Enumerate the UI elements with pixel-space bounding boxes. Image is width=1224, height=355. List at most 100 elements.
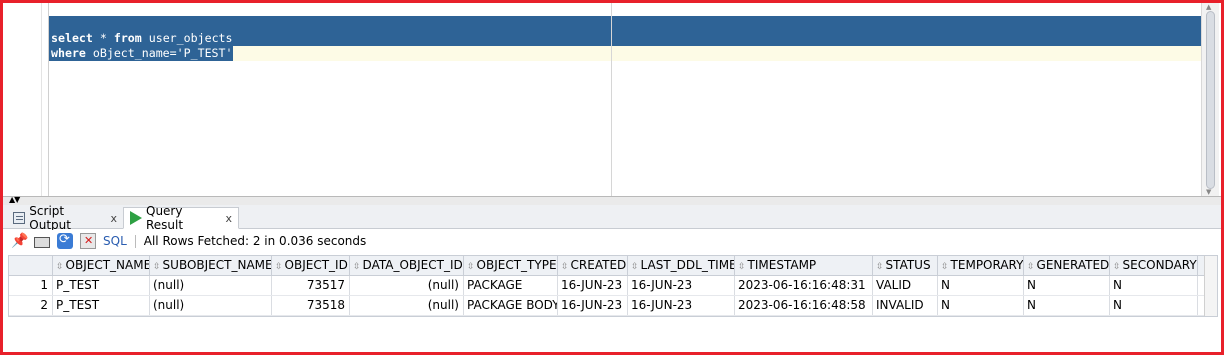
output-tabbar: Script Output x Query Result x — [3, 204, 1221, 232]
tab-script-output[interactable]: Script Output x — [7, 204, 123, 232]
column-header-label: OBJECT_ID — [284, 258, 348, 272]
keyword-where: where — [51, 46, 86, 60]
right-margin-line — [611, 3, 612, 196]
table-cell[interactable]: P_TEST — [53, 296, 150, 315]
table-cell[interactable]: P_TEST — [53, 276, 150, 295]
sort-icon: ⇳ — [876, 262, 884, 272]
column-header[interactable]: ⇳ CREATED — [558, 256, 628, 275]
code-line-1[interactable]: select * from user_objects — [51, 31, 233, 46]
keyword-from: from — [113, 31, 142, 45]
scrollbar-thumb[interactable] — [1206, 11, 1215, 189]
tab-label: Script Output — [29, 204, 71, 232]
editor-scrollbar[interactable]: ▲ ▼ — [1201, 3, 1219, 196]
row-number: 1 — [9, 276, 53, 295]
sort-icon: ⇳ — [467, 262, 475, 272]
close-icon[interactable]: x — [110, 212, 117, 225]
table-cell[interactable]: N — [938, 276, 1024, 295]
column-header-label: SUBOBJECT_NAME — [162, 258, 272, 272]
sort-icon: ⇳ — [153, 262, 161, 272]
table-cell[interactable]: PACKAGE BODY — [464, 296, 558, 315]
grid-header: ⇳ OBJECT_NAME ⇳ SUBOBJECT_NAME ⇳ OBJECT_ID … — [9, 256, 1205, 276]
table-cell[interactable]: 2023-06-16:16:48:58 — [735, 296, 873, 315]
sort-icon: ⇳ — [1113, 262, 1121, 272]
column-header[interactable]: ⇳ TEMPORARY — [938, 256, 1024, 275]
column-header[interactable]: ⇳ OBJECT_ID — [272, 256, 350, 275]
table-cell[interactable]: 2023-06-16:16:48:31 — [735, 276, 873, 295]
result-toolbar: 📌 SQL All Rows Fetched: 2 in 0.036 secon… — [3, 230, 1221, 252]
table-cell[interactable]: 16-JUN-23 — [558, 296, 628, 315]
code-text: oBject_name='P_TEST' — [85, 46, 233, 60]
column-header[interactable]: ⇳ STATUS — [873, 256, 938, 275]
column-header[interactable]: ⇳ SUBOBJECT_NAME — [150, 256, 272, 275]
code-line-2[interactable]: where oBject_name='P_TEST' — [51, 46, 233, 61]
print-icon[interactable] — [34, 237, 50, 248]
sql-editor[interactable]: select * from user_objects where oBject_… — [3, 3, 1221, 196]
sort-icon: ⇳ — [1027, 262, 1035, 272]
table-cell[interactable]: (null) — [350, 296, 464, 315]
table-cell[interactable]: 16-JUN-23 — [628, 296, 735, 315]
run-play-icon — [130, 211, 142, 225]
column-header[interactable]: ⇳ LAST_DDL_TIME — [628, 256, 735, 275]
row-number-header — [9, 256, 53, 275]
code-text: user_objects — [141, 31, 233, 45]
table-row[interactable]: 1 P_TEST (null) 73517 (null) PACKAGE 16-… — [9, 276, 1205, 296]
table-cell[interactable]: N — [1110, 276, 1198, 295]
keyword-select: select — [51, 31, 93, 45]
sql-link[interactable]: SQL — [103, 234, 127, 248]
sort-icon: ⇳ — [738, 262, 746, 272]
table-cell[interactable]: (null) — [150, 276, 272, 295]
column-header-label: TEMPORARY — [950, 258, 1024, 272]
column-header-label: GENERATED — [1036, 258, 1110, 272]
tab-query-result[interactable]: Query Result x — [123, 204, 239, 232]
table-cell[interactable]: 73518 — [272, 296, 350, 315]
refresh-icon[interactable] — [57, 232, 73, 249]
sort-icon: ⇳ — [353, 262, 361, 272]
sort-icon: ⇳ — [561, 262, 569, 272]
column-header[interactable]: ⇳ SECONDARY — [1110, 256, 1198, 275]
line-gutter — [3, 3, 49, 196]
column-header[interactable]: ⇳ TIMESTAMP — [735, 256, 873, 275]
pin-icon[interactable]: 📌 — [11, 233, 28, 249]
cancel-query-icon[interactable] — [80, 233, 96, 249]
table-cell[interactable]: INVALID — [873, 296, 938, 315]
table-cell[interactable]: N — [1024, 276, 1110, 295]
column-header-label: DATA_OBJECT_ID — [362, 258, 463, 272]
table-cell[interactable]: PACKAGE — [464, 276, 558, 295]
column-header[interactable]: ⇳ GENERATED — [1024, 256, 1110, 275]
column-header-label: OBJECT_NAME — [65, 258, 150, 272]
table-cell[interactable]: N — [1110, 296, 1198, 315]
table-cell[interactable]: 16-JUN-23 — [558, 276, 628, 295]
column-header-label: SECONDARY — [1122, 258, 1197, 272]
sort-icon: ⇳ — [275, 262, 283, 272]
column-header[interactable]: ⇳ OBJECT_NAME — [53, 256, 150, 275]
table-cell[interactable]: VALID — [873, 276, 938, 295]
sort-icon: ⇳ — [631, 262, 639, 272]
column-header-label: OBJECT_TYPE — [476, 258, 557, 272]
splitter-arrows-icon[interactable]: ▲▼ — [9, 195, 20, 204]
row-number: 2 — [9, 296, 53, 315]
column-header-label: TIMESTAMP — [747, 258, 817, 272]
code-text: * — [92, 31, 114, 45]
table-cell[interactable]: (null) — [150, 296, 272, 315]
column-header[interactable]: ⇳ DATA_OBJECT_ID — [350, 256, 464, 275]
fetch-status: All Rows Fetched: 2 in 0.036 seconds — [143, 234, 367, 248]
results-grid[interactable]: ⇳ OBJECT_NAME ⇳ SUBOBJECT_NAME ⇳ OBJECT_ID … — [8, 255, 1218, 317]
table-row[interactable]: 2 P_TEST (null) 73518 (null) PACKAGE BOD… — [9, 296, 1205, 316]
grid-scrollbar[interactable] — [1204, 256, 1217, 316]
scroll-down-icon[interactable]: ▼ — [1206, 188, 1211, 196]
table-cell[interactable]: 16-JUN-23 — [628, 276, 735, 295]
sort-icon: ⇳ — [56, 262, 64, 272]
column-header-label: CREATED — [570, 258, 627, 272]
scroll-up-icon[interactable]: ▲ — [1206, 3, 1211, 11]
column-header-label: LAST_DDL_TIME — [640, 258, 735, 272]
table-cell[interactable]: (null) — [350, 276, 464, 295]
code-area[interactable]: select * from user_objects where oBject_… — [49, 3, 1201, 196]
column-header[interactable]: ⇳ OBJECT_TYPE — [464, 256, 558, 275]
table-cell[interactable]: 73517 — [272, 276, 350, 295]
column-header-label: STATUS — [885, 258, 931, 272]
close-icon[interactable]: x — [225, 212, 232, 225]
sort-icon: ⇳ — [941, 262, 949, 272]
tab-label: Query Result — [146, 204, 184, 232]
table-cell[interactable]: N — [1024, 296, 1110, 315]
table-cell[interactable]: N — [938, 296, 1024, 315]
